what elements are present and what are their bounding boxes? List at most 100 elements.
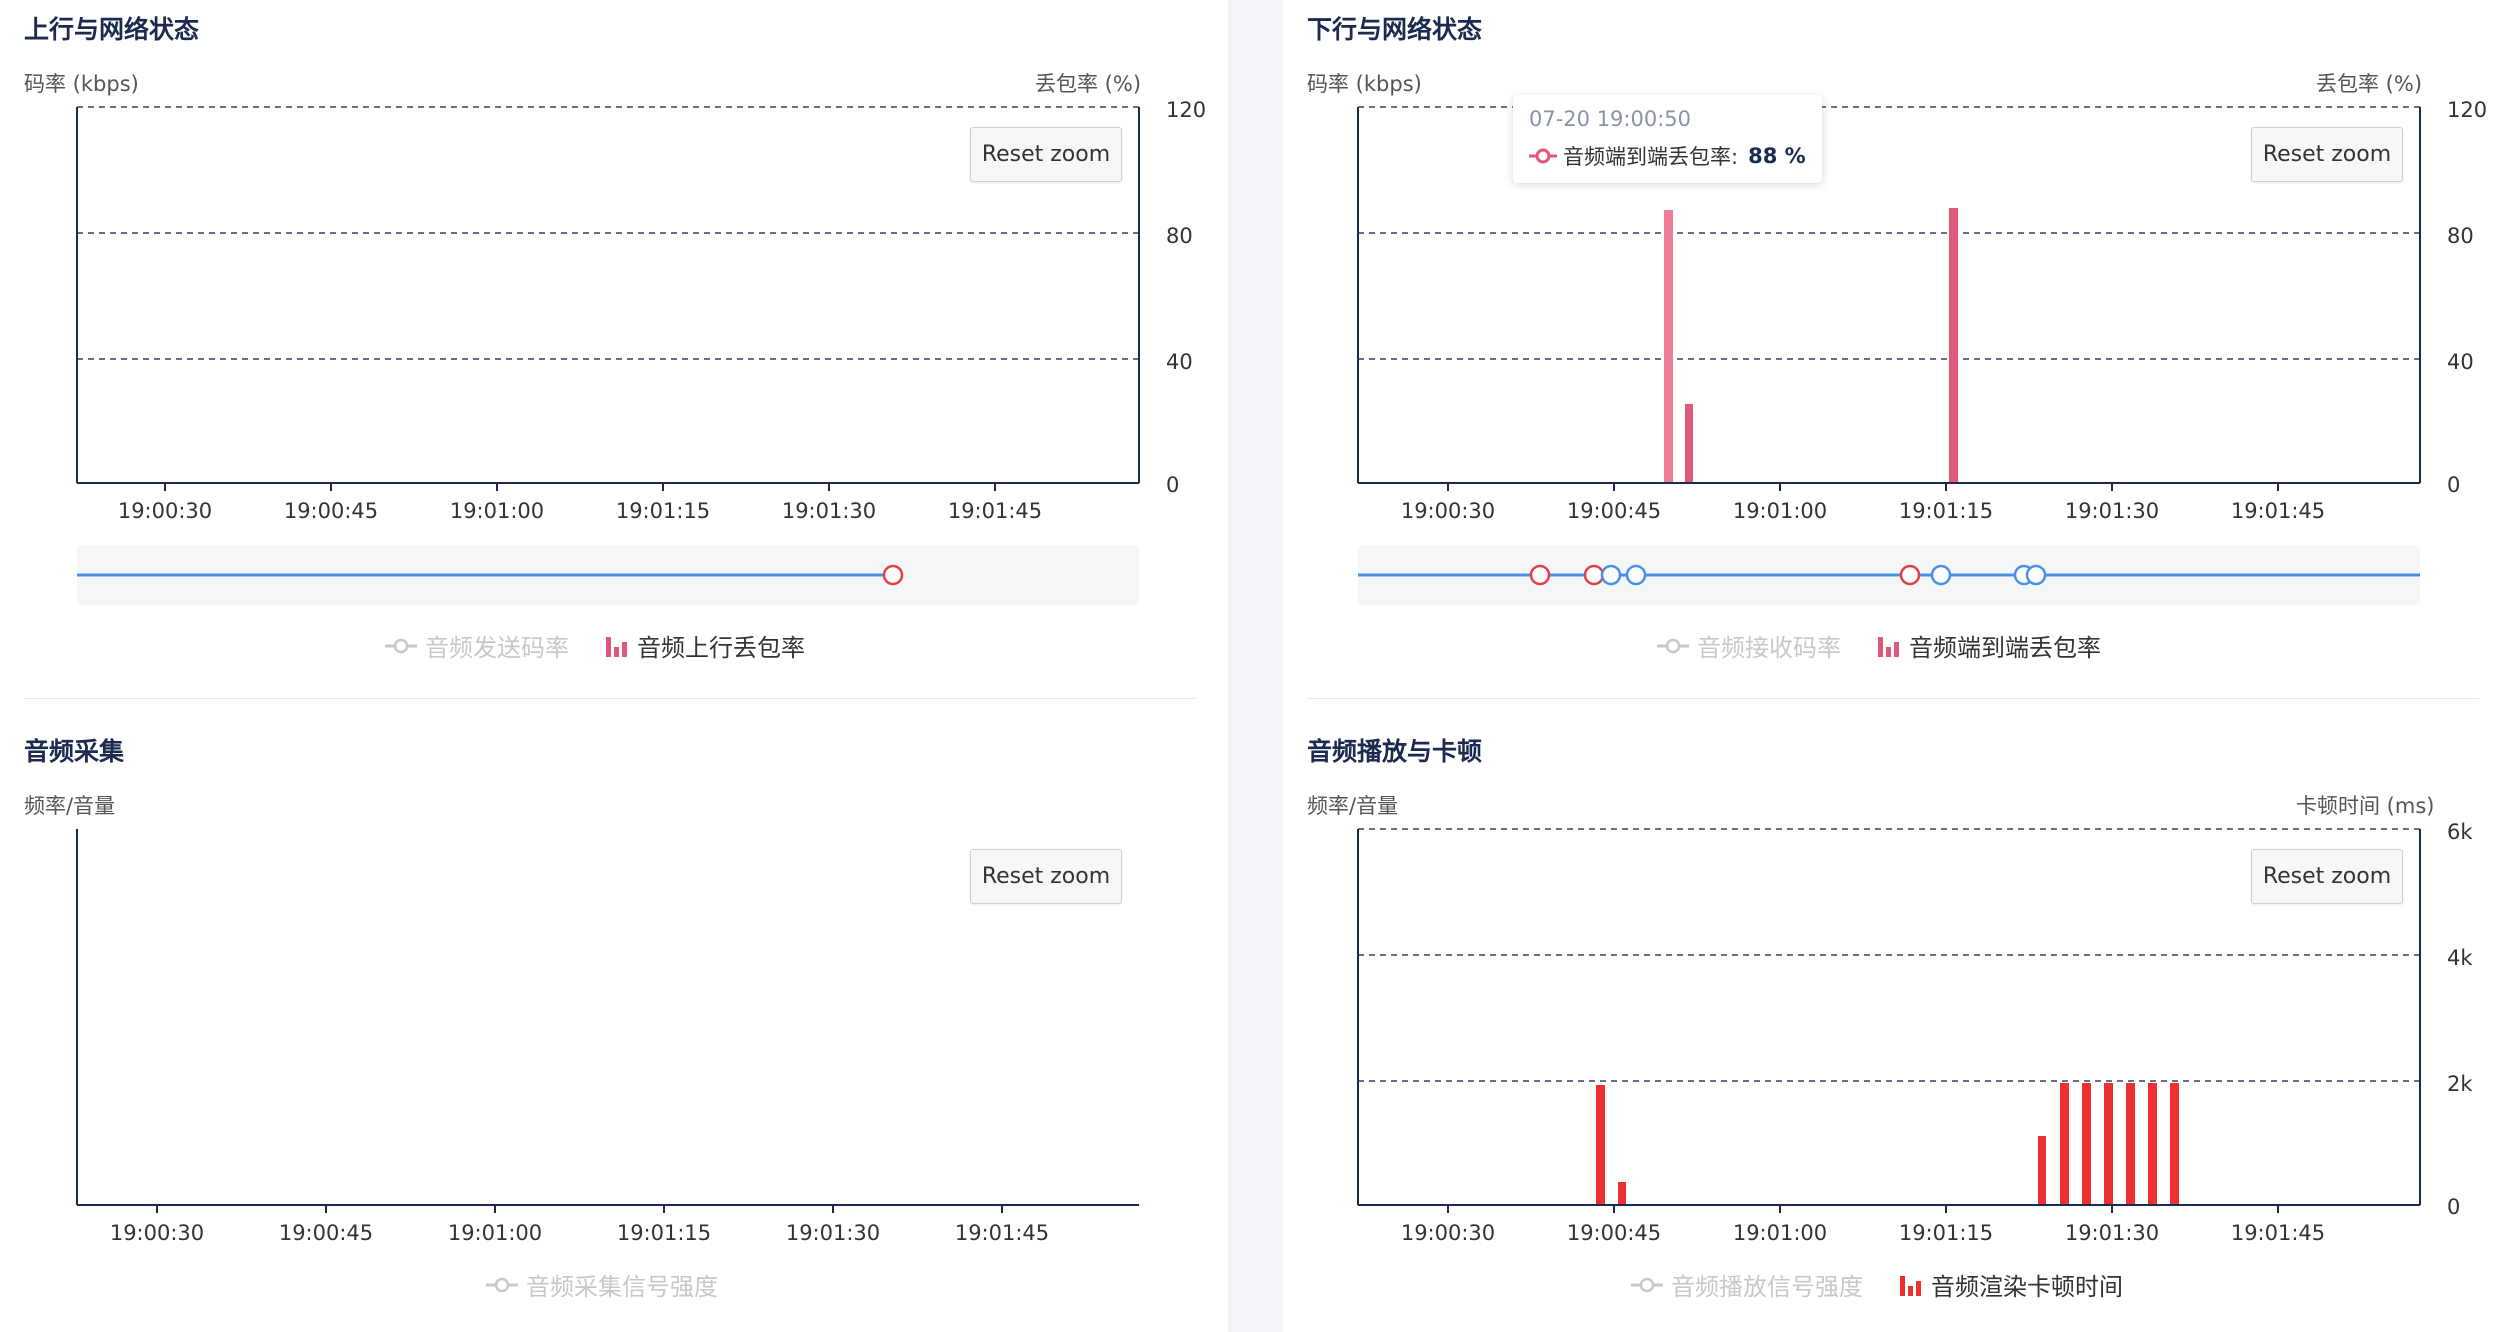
navigator[interactable]	[1358, 545, 2420, 605]
y2-tick-label: 4k	[2447, 946, 2473, 970]
stall-bars	[1596, 1083, 2179, 1205]
legend-label: 音频接收码率	[1697, 634, 1841, 662]
y2-tick-label: 40	[1166, 350, 1193, 374]
y2-tick-label: 0	[2447, 473, 2460, 497]
bar-chart-icon	[606, 636, 627, 657]
reset-zoom-button[interactable]: Reset zoom	[970, 849, 1122, 904]
right-column: 下行与网络状态 码率 (kbps) 丢包率 (%) 120 80 40 0 19…	[1283, 0, 2506, 1332]
y2-tick-label: 120	[2447, 98, 2487, 122]
legend: 音频发送码率 音频上行丢包率	[385, 628, 805, 663]
legend-item-render-stall[interactable]: 音频渲染卡顿时间	[1899, 1267, 2123, 1302]
left-column: 上行与网络状态 码率 (kbps) 丢包率 (%) 120 80 40 0 19…	[0, 0, 1228, 1332]
playback-panel: 音频播放与卡顿 频率/音量 卡顿时间 (ms) 6k 4k 2k 0 19:00…	[1283, 722, 2506, 1332]
legend-label: 音频上行丢包率	[637, 634, 805, 662]
legend-item-capture-signal[interactable]: 音频采集信号强度	[486, 1267, 718, 1302]
x-tick-label: 19:00:30	[1401, 499, 1495, 523]
tooltip-value: 88 %	[1748, 144, 1806, 168]
downlink-chart[interactable]: 120 80 40 0 19:00:30 19:00:45 19:01:00 1…	[1283, 0, 2506, 700]
x-tick-label: 19:01:00	[448, 1221, 542, 1245]
downlink-panel: 下行与网络状态 码率 (kbps) 丢包率 (%) 120 80 40 0 19…	[1283, 0, 2506, 700]
tooltip-time: 07-20 19:00:50	[1529, 107, 1692, 131]
y2-tick-label: 120	[1166, 98, 1206, 122]
stall-bar[interactable]	[1596, 1085, 1605, 1205]
legend-item-receive-bitrate[interactable]: 音频接收码率	[1657, 628, 1841, 663]
x-tick-label: 19:01:30	[2065, 499, 2159, 523]
legend-label: 音频发送码率	[425, 634, 569, 662]
navigator-marker	[882, 564, 904, 586]
loss-bar[interactable]	[1664, 210, 1673, 483]
loss-bars	[1664, 208, 1958, 483]
stall-bar[interactable]	[2060, 1083, 2069, 1205]
line-marker-icon	[1657, 638, 1689, 653]
x-tick-label: 19:01:30	[2065, 1221, 2159, 1245]
bar-chart-icon	[1900, 1275, 1921, 1296]
x-tick-label: 19:00:45	[1567, 499, 1661, 523]
x-tick-label: 19:00:30	[1401, 1221, 1495, 1245]
legend-item-e2e-loss[interactable]: 音频端到端丢包率	[1877, 628, 2101, 663]
x-tick-label: 19:01:15	[617, 1221, 711, 1245]
y2-tick-label: 0	[1166, 473, 1179, 497]
legend: 音频播放信号强度 音频渲染卡顿时间	[1631, 1267, 2123, 1302]
stall-bar[interactable]	[2170, 1083, 2179, 1205]
navigator-marker	[2025, 564, 2047, 586]
y2-tick-label: 40	[2447, 350, 2474, 374]
y2-tick-label: 2k	[2447, 1072, 2473, 1096]
navigator-marker	[1930, 564, 1952, 586]
x-tick-label: 19:01:30	[782, 499, 876, 523]
reset-zoom-button[interactable]: Reset zoom	[2251, 849, 2403, 904]
navigator-marker	[1625, 564, 1647, 586]
stall-bar[interactable]	[2126, 1083, 2135, 1205]
legend-label: 音频端到端丢包率	[1909, 634, 2101, 662]
line-marker-icon	[486, 1277, 518, 1292]
x-tick-label: 19:01:00	[1733, 499, 1827, 523]
y2-tick-label: 80	[1166, 224, 1193, 248]
x-tick-label: 19:01:45	[955, 1221, 1049, 1245]
legend-label: 音频播放信号强度	[1671, 1273, 1863, 1301]
y2-tick-label: 80	[2447, 224, 2474, 248]
stall-bar[interactable]	[1618, 1182, 1626, 1205]
panel-divider	[1307, 698, 2479, 699]
tooltip-row: 音频端到端丢包率: 88 %	[1529, 141, 1806, 171]
x-tick-label: 19:01:30	[786, 1221, 880, 1245]
x-tick-label: 19:00:30	[118, 499, 212, 523]
y2-tick-label: 6k	[2447, 820, 2473, 844]
x-tick-label: 19:01:00	[450, 499, 544, 523]
y2-tick-label: 0	[2447, 1195, 2460, 1219]
legend-item-uplink-loss[interactable]: 音频上行丢包率	[605, 628, 805, 663]
line-marker-icon	[1529, 148, 1557, 164]
capture-panel: 音频采集 频率/音量 19:00:30 19:00:45 19:01:00 19…	[0, 722, 1228, 1332]
line-marker-icon	[1631, 1277, 1663, 1292]
x-tick-label: 19:00:45	[284, 499, 378, 523]
stall-bar[interactable]	[2148, 1083, 2157, 1205]
loss-bar[interactable]	[1949, 208, 1958, 483]
x-tick-label: 19:01:45	[2231, 1221, 2325, 1245]
panel-divider	[24, 698, 1196, 699]
x-tick-label: 19:00:30	[110, 1221, 204, 1245]
x-tick-label: 19:01:15	[616, 499, 710, 523]
legend: 音频采集信号强度	[486, 1267, 718, 1302]
navigator[interactable]	[77, 545, 1139, 605]
x-tick-label: 19:01:45	[2231, 499, 2325, 523]
legend-item-playback-signal[interactable]: 音频播放信号强度	[1631, 1267, 1863, 1302]
tooltip-series-name: 音频端到端丢包率:	[1563, 145, 1739, 169]
x-tick-label: 19:00:45	[1567, 1221, 1661, 1245]
legend: 音频接收码率 音频端到端丢包率	[1657, 628, 2101, 663]
legend-label: 音频采集信号强度	[526, 1273, 718, 1301]
navigator-marker	[1529, 564, 1551, 586]
x-tick-label: 19:01:15	[1899, 499, 1993, 523]
stall-bar[interactable]	[2082, 1083, 2091, 1205]
uplink-panel: 上行与网络状态 码率 (kbps) 丢包率 (%) 120 80 40 0 19…	[0, 0, 1228, 700]
reset-zoom-button[interactable]: Reset zoom	[2251, 127, 2403, 182]
navigator-marker	[1899, 564, 1921, 586]
x-tick-label: 19:01:00	[1733, 1221, 1827, 1245]
x-tick-label: 19:00:45	[279, 1221, 373, 1245]
stall-bar[interactable]	[2038, 1136, 2046, 1205]
playback-chart[interactable]: 6k 4k 2k 0 19:00:30 19:00:45 19:01:00 19…	[1283, 722, 2506, 1332]
capture-chart[interactable]: 19:00:30 19:00:45 19:01:00 19:01:15 19:0…	[0, 722, 1228, 1332]
legend-item-send-bitrate[interactable]: 音频发送码率	[385, 628, 569, 663]
bar-chart-icon	[1878, 636, 1899, 657]
uplink-chart[interactable]: 120 80 40 0 19:00:30 19:00:45 19:01:00 1…	[0, 0, 1228, 700]
reset-zoom-button[interactable]: Reset zoom	[970, 127, 1122, 182]
stall-bar[interactable]	[2104, 1083, 2113, 1205]
loss-bar[interactable]	[1685, 404, 1693, 483]
